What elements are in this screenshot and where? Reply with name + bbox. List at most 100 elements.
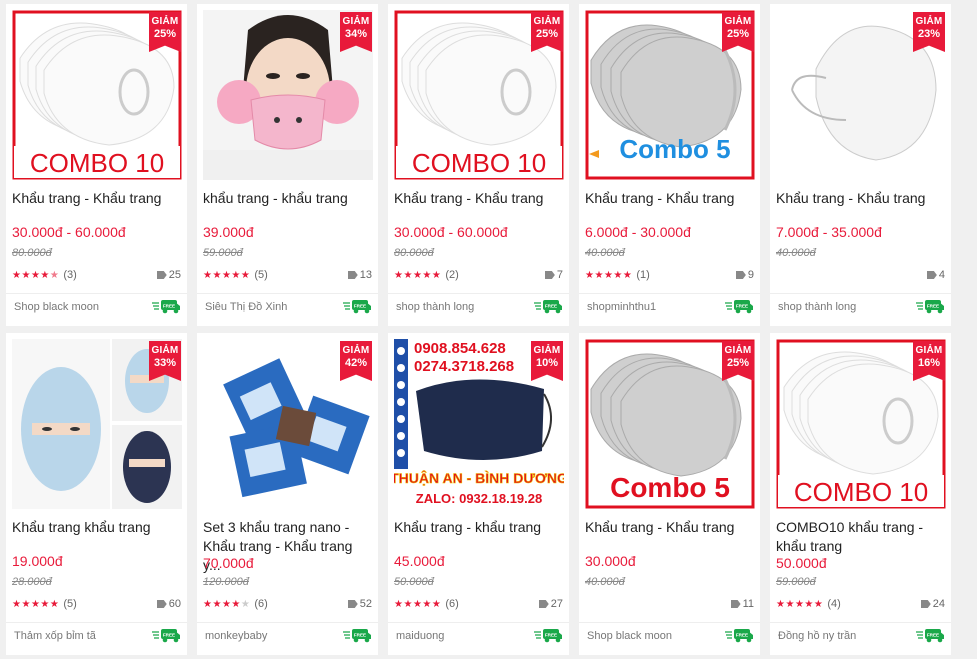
svg-text:FREE: FREE [736, 633, 748, 638]
shop-name[interactable]: shop thành long [778, 301, 856, 313]
free-shipping-icon: FREE [533, 627, 563, 643]
product-title[interactable]: Khẩu trang - Khẩu trang [394, 189, 564, 208]
free-shipping-icon: FREE [915, 298, 945, 314]
product-card[interactable]: GIẢM 23% Khẩu trang - Khẩu trang 7.000đ - 3… [770, 4, 951, 326]
product-rating: ★★★★★ (6) [203, 598, 268, 610]
discount-label: GIẢM [724, 345, 752, 356]
product-title[interactable]: Khẩu trang khẩu trang [12, 518, 182, 537]
discount-label: GIẢM [151, 16, 179, 27]
product-price: 30.000đ [585, 553, 636, 569]
image-caption: THUẬN AN - BÌNH DƯƠNG [394, 469, 564, 486]
product-title[interactable]: COMBO10 khẩu trang - khẩu trang [776, 518, 946, 556]
view-count-value: 52 [359, 598, 372, 610]
product-card[interactable]: GIẢM 33% Khẩu trang khẩu trang 19.000đ 28.00… [6, 333, 187, 655]
view-count: 9 [735, 269, 754, 281]
view-count-value: 24 [932, 598, 945, 610]
product-old-price: 40.000đ [585, 576, 625, 588]
tag-icon [920, 600, 931, 608]
free-shipping-icon: FREE [342, 298, 372, 314]
product-title[interactable]: Khẩu trang - Khẩu trang [585, 189, 755, 208]
rating-count: (1) [636, 269, 650, 281]
product-card[interactable]: COMBO 10 GIẢM 25% Khẩu trang - Khẩu trang 30… [388, 4, 569, 326]
product-price: 39.000đ [203, 224, 254, 240]
svg-text:FREE: FREE [927, 304, 939, 309]
svg-text:FREE: FREE [545, 304, 557, 309]
image-phone1: 0908.854.628 [414, 340, 506, 357]
shop-name[interactable]: maiduong [396, 630, 444, 642]
product-price: 7.000đ - 35.000đ [776, 224, 882, 240]
product-rating: ★★★★★ (5) [203, 269, 268, 281]
rating-count: (6) [445, 598, 459, 610]
card-divider [6, 293, 187, 294]
product-card[interactable]: Combo 5 GIẢM 25% Khẩu trang - Khẩu trang 6.0… [579, 4, 760, 326]
rating-stars-icon: ★★★★★ [12, 269, 60, 281]
product-card[interactable]: COMBO 10 GIẢM 25% Khẩu trang - Khẩu trang 30… [6, 4, 187, 326]
rating-stars-icon: ★★★★★ [203, 598, 251, 610]
shop-name[interactable]: Shop black moon [587, 630, 672, 642]
rating-stars-icon: ★★★★★ [585, 269, 633, 281]
free-shipping-icon: FREE [151, 298, 181, 314]
product-old-price: 120.000đ [203, 576, 249, 588]
image-caption: Combo 5 [619, 134, 730, 164]
tag-icon [538, 600, 549, 608]
discount-value: 25% [726, 357, 750, 369]
product-old-price: 28.000đ [12, 576, 52, 588]
view-count-value: 60 [168, 598, 181, 610]
tag-icon [347, 271, 358, 279]
free-shipping-icon: FREE [342, 627, 372, 643]
discount-value: 16% [917, 357, 941, 369]
view-count: 27 [538, 598, 563, 610]
product-title[interactable]: Khẩu trang - Khẩu trang [12, 189, 182, 208]
product-title[interactable]: Khẩu trang - Khẩu trang [585, 518, 755, 537]
product-card[interactable]: Combo 5 GIẢM 25% Khẩu trang - Khẩu trang 30.… [579, 333, 760, 655]
shop-name[interactable]: Siêu Thị Đồ Xinh [205, 301, 287, 313]
shop-name[interactable]: shopminhthu1 [587, 301, 656, 313]
rating-stars-icon: ★★★★★ [394, 269, 442, 281]
tag-icon [730, 600, 741, 608]
product-title[interactable]: Khẩu trang - khẩu trang [394, 518, 564, 537]
view-count-value: 4 [938, 269, 945, 281]
product-title[interactable]: khẩu trang - khẩu trang [203, 189, 373, 208]
discount-label: GIẢM [533, 16, 561, 27]
product-card[interactable]: GIẢM 34% khẩu trang - khẩu trang 39.000đ 59.… [197, 4, 378, 326]
tag-icon [926, 271, 937, 279]
shop-name[interactable]: Thảm xốp bỉm tã [14, 630, 96, 642]
rating-stars-icon: ★★★★★ [12, 598, 60, 610]
card-divider [579, 293, 760, 294]
product-rating: ★★★★★ (4) [776, 598, 841, 610]
rating-stars-icon: ★★★★★ [394, 598, 442, 610]
rating-count: (2) [445, 269, 459, 281]
discount-label: GIẢM [342, 16, 370, 27]
product-old-price: 59.000đ [203, 247, 243, 259]
shop-name[interactable]: shop thành long [396, 301, 474, 313]
product-card[interactable]: 0908.854.628 0274.3718.268 THUẬN AN - BÌNH… [388, 333, 569, 655]
view-count: 13 [347, 269, 372, 281]
discount-label: GIẢM [342, 345, 370, 356]
product-rating: ★★★★★ (1) [585, 269, 650, 281]
discount-label: GIẢM [915, 16, 943, 27]
product-old-price: 80.000đ [12, 247, 52, 259]
shop-name[interactable]: monkeybaby [205, 630, 267, 642]
product-grid: COMBO 10 GIẢM 25% Khẩu trang - Khẩu trang 30… [0, 0, 977, 659]
svg-text:FREE: FREE [545, 633, 557, 638]
discount-label: GIẢM [915, 345, 943, 356]
discount-value: 33% [153, 357, 177, 369]
shop-name[interactable]: Shop black moon [14, 301, 99, 313]
product-title[interactable]: Khẩu trang - Khẩu trang [776, 189, 946, 208]
svg-text:FREE: FREE [354, 633, 366, 638]
shop-name[interactable]: Đồng hồ ny trần [778, 630, 856, 642]
free-shipping-icon: FREE [915, 627, 945, 643]
svg-text:FREE: FREE [163, 633, 175, 638]
product-price: 30.000đ - 60.000đ [394, 224, 508, 240]
rating-count: (5) [254, 269, 268, 281]
view-count-value: 7 [556, 269, 563, 281]
product-old-price: 40.000đ [776, 247, 816, 259]
rating-count: (5) [63, 598, 77, 610]
discount-value: 34% [344, 28, 368, 40]
product-card[interactable]: GIẢM 42% Set 3 khẩu trang nano - Khẩu tran… [197, 333, 378, 655]
product-price: 50.000đ [776, 555, 827, 571]
free-shipping-icon: FREE [533, 298, 563, 314]
product-price: 19.000đ [12, 553, 63, 569]
product-card[interactable]: COMBO 10 GIẢM 16% COMBO10 khẩu trang - khẩu… [770, 333, 951, 655]
view-count-value: 27 [550, 598, 563, 610]
